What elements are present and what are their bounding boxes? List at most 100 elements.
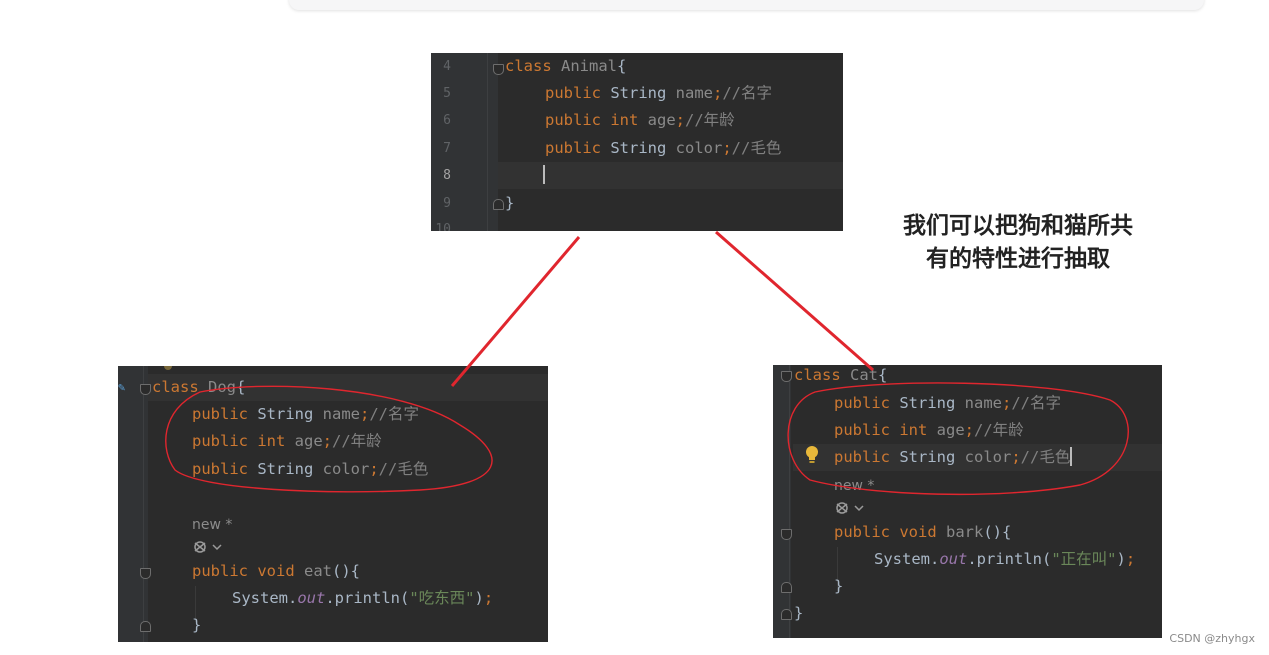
code-token: public int	[834, 421, 937, 439]
code-token: String	[899, 448, 965, 466]
code-token: "吃东西"	[409, 589, 475, 607]
code-token: age	[294, 432, 323, 450]
code-token: {	[617, 57, 627, 75]
code-line[interactable]: class Animal{	[505, 53, 626, 80]
inlay-hint-new: new *	[192, 517, 233, 533]
code-token: out	[939, 550, 968, 568]
bulb-icon[interactable]	[164, 366, 172, 370]
code-line[interactable]: public String color;//毛色	[545, 135, 781, 162]
code-token: name	[675, 84, 713, 102]
fold-marker-icon[interactable]	[493, 199, 504, 210]
code-token: ;	[964, 421, 974, 439]
fold-marker-icon[interactable]	[493, 64, 504, 75]
code-token: bark	[945, 523, 984, 541]
line-number: 4	[443, 59, 451, 74]
code-token: eat	[303, 562, 332, 580]
arrow-line-to-cat	[715, 230, 874, 372]
code-token: age	[647, 111, 676, 129]
code-line[interactable]: }	[794, 600, 803, 627]
code-token: //年龄	[685, 111, 735, 129]
code-token: ;	[369, 460, 379, 478]
code-token: public	[192, 405, 258, 423]
code-token: }	[794, 604, 804, 622]
code-token: System.	[874, 550, 940, 568]
code-line[interactable]: public int age;//年龄	[192, 428, 382, 455]
code-line[interactable]: }	[192, 612, 201, 639]
code-vision-icon[interactable]	[192, 538, 226, 556]
code-token: (){	[331, 562, 360, 580]
line-number: 6	[443, 113, 451, 128]
code-line[interactable]: }	[505, 190, 514, 217]
edit-pencil-icon: ✎	[118, 380, 126, 394]
line-number: 7	[443, 141, 451, 156]
code-token: Cat	[850, 366, 878, 384]
code-line[interactable]: class Cat{	[794, 365, 887, 389]
code-line[interactable]: public void eat(){	[192, 558, 360, 585]
code-token: }	[834, 577, 844, 595]
code-token: //名字	[1011, 394, 1061, 412]
lightbulb-icon[interactable]	[804, 445, 820, 465]
code-token: Animal	[561, 57, 617, 75]
code-token: //毛色	[1020, 448, 1071, 466]
code-token: }	[192, 616, 202, 634]
code-token: {	[878, 366, 888, 384]
code-line[interactable]: public int age;//年龄	[834, 417, 1024, 444]
code-line[interactable]: }	[834, 573, 843, 600]
code-token: color	[322, 460, 370, 478]
code-line-current[interactable]: public String color;//毛色	[834, 444, 1073, 471]
fold-marker-icon[interactable]	[781, 529, 792, 540]
fold-marker-icon[interactable]	[140, 568, 151, 579]
code-line[interactable]: public int age;//年龄	[545, 107, 735, 134]
code-token: String	[257, 460, 323, 478]
code-token: public	[545, 139, 611, 157]
code-token: .println(	[967, 550, 1052, 568]
animal-code-editor[interactable]: 4 5 6 7 8 9 10 class Animal{ public Stri…	[431, 53, 843, 231]
code-line[interactable]: public String color;//毛色	[192, 456, 428, 483]
fold-marker-icon[interactable]	[781, 371, 792, 382]
fold-marker-icon[interactable]	[781, 582, 792, 593]
code-token: class	[152, 378, 208, 396]
code-token: ;	[322, 432, 332, 450]
code-line[interactable]: public String name;//名字	[545, 80, 772, 107]
code-token: color	[675, 139, 723, 157]
code-token: ;	[712, 84, 723, 102]
code-token: Dog	[208, 378, 236, 396]
fold-separator	[789, 365, 790, 638]
fold-marker-icon[interactable]	[140, 621, 151, 632]
arrow-line-to-dog	[450, 236, 581, 387]
fold-separator	[143, 366, 144, 642]
code-line[interactable]: class Dog{	[152, 374, 245, 401]
line-number: 9	[443, 196, 451, 211]
line-number-current: 8	[443, 168, 451, 183]
code-token: public	[834, 448, 900, 466]
code-line[interactable]: public String name;//名字	[834, 390, 1061, 417]
text-caret	[543, 165, 545, 184]
code-token: }	[505, 194, 515, 212]
fold-marker-icon[interactable]	[140, 384, 151, 395]
fold-marker-icon[interactable]	[781, 609, 792, 620]
code-token: )	[1116, 550, 1126, 568]
code-line[interactable]: System.out.println("正在叫");	[874, 546, 1135, 573]
cat-code-editor[interactable]: class Cat{ public String name;//名字 publi…	[773, 365, 1162, 638]
code-token: (){	[983, 523, 1012, 541]
code-token: {	[236, 378, 246, 396]
watermark: CSDN @zhyhgx	[1169, 632, 1255, 645]
code-token: public int	[545, 111, 648, 129]
code-token: //名字	[722, 84, 772, 102]
code-token: ;	[1125, 550, 1136, 568]
code-token: .println(	[325, 589, 410, 607]
code-line[interactable]: public String name;//名字	[192, 401, 419, 428]
code-vision-icon[interactable]	[834, 499, 868, 517]
inlay-hint-new: new *	[834, 478, 875, 494]
code-token: //名字	[369, 405, 419, 423]
fold-separator	[487, 53, 488, 231]
code-line[interactable]: public void bark(){	[834, 519, 1011, 546]
code-token: //年龄	[974, 421, 1024, 439]
code-line[interactable]: System.out.println("吃东西");	[232, 585, 493, 612]
dog-code-editor[interactable]: ✎ class Dog{ public String name;//名字 pub…	[118, 366, 548, 642]
code-line-current[interactable]	[543, 162, 545, 189]
code-token: //年龄	[332, 432, 382, 450]
code-token: name	[322, 405, 360, 423]
code-token: public	[834, 394, 900, 412]
callout-line-2: 有的特性进行抽取	[926, 246, 1110, 272]
